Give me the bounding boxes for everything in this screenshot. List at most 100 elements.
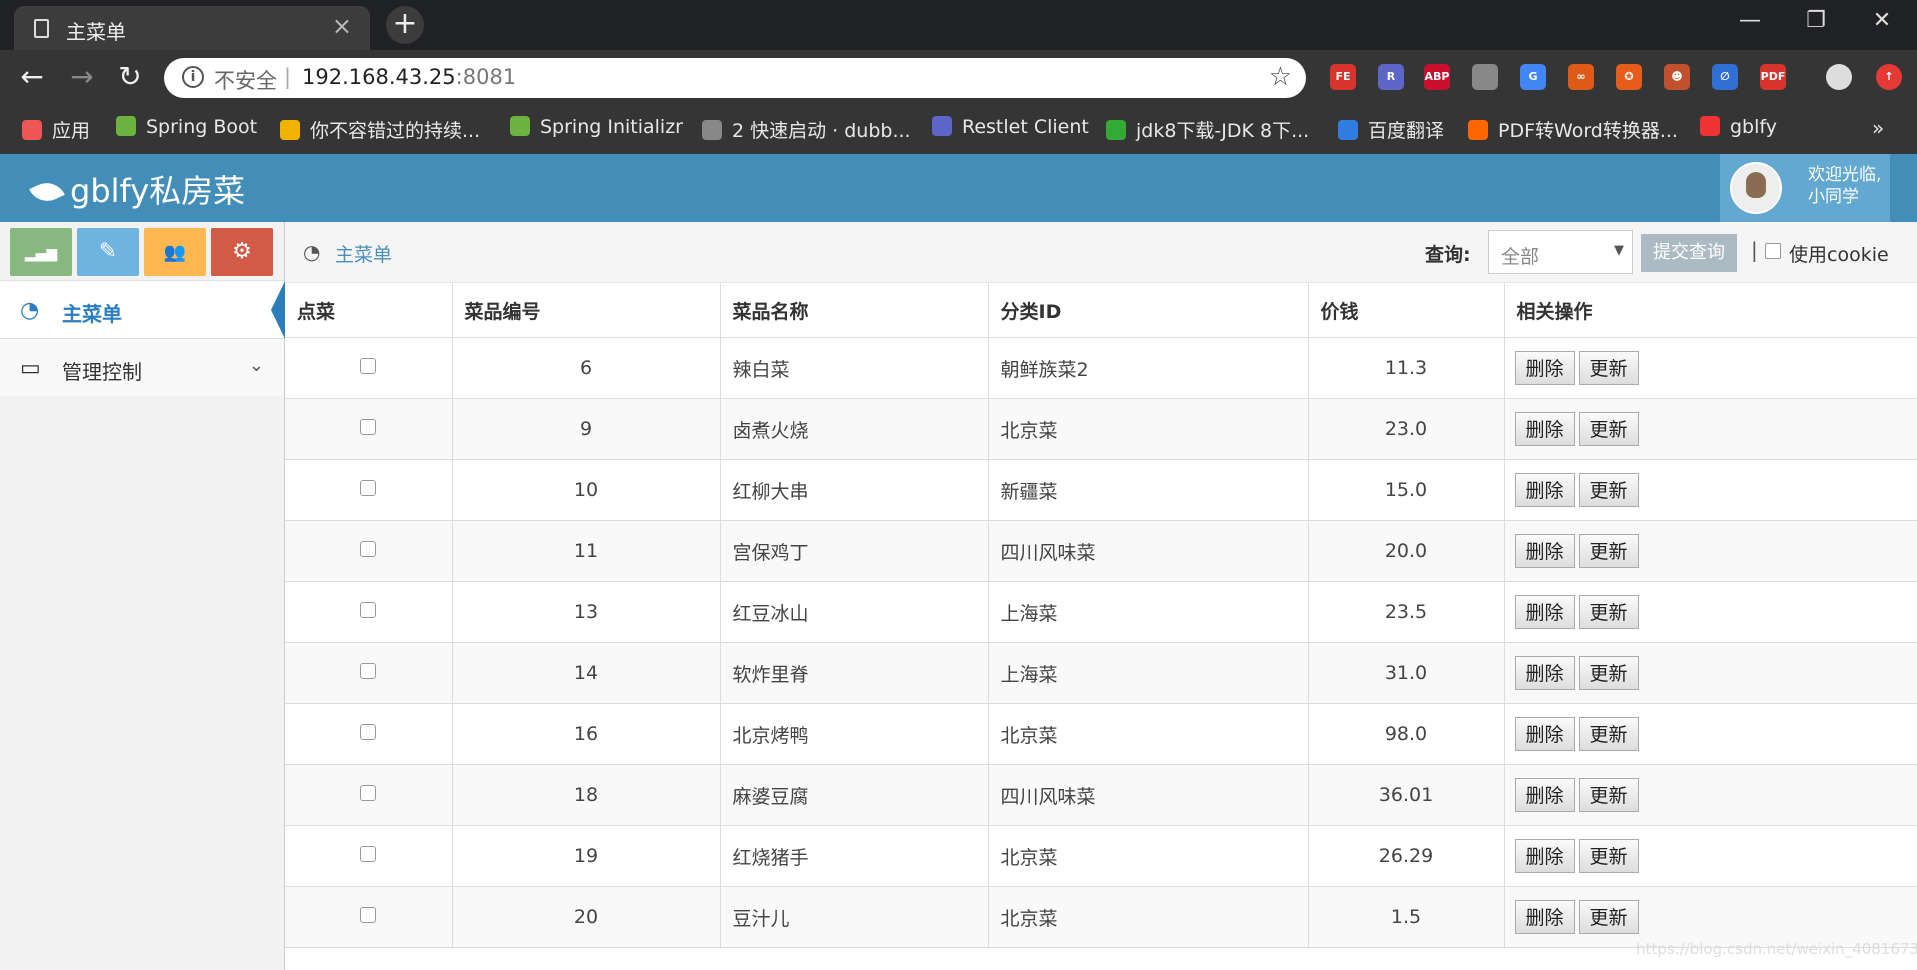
user-menu[interactable]: 欢迎光临, 小同学 [1720,154,1890,222]
new-tab-button[interactable]: + [386,6,424,44]
dashboard-icon: ◔ [303,240,321,264]
update-button[interactable]: 更新 [1578,534,1639,568]
pencil-icon: ✎ [98,239,118,264]
table-row: 6 辣白菜 朝鲜族菜2 11.3 删除 更新 [285,337,1917,399]
extension-icon[interactable]: ∞ [1568,64,1594,90]
bookmark-item[interactable]: 2 快速启动 · dubb... [702,116,911,143]
actions-cell: 删除 更新 [1504,886,1917,948]
bookmark-item[interactable]: 应用 [22,116,90,143]
extension-icon[interactable]: ABP [1424,64,1450,90]
bookmark-item[interactable]: PDF转Word转换器... [1468,116,1678,143]
delete-button[interactable]: 删除 [1514,900,1575,934]
delete-button[interactable]: 删除 [1514,595,1575,629]
tab-close-icon[interactable]: × [332,12,352,40]
order-checkbox[interactable] [360,541,377,557]
sidebar-item-label: 管理控制 [62,360,142,384]
g-arrow-icon [1106,120,1126,140]
delete-button[interactable]: 删除 [1514,534,1575,568]
submit-query-button[interactable]: 提交查询 [1641,234,1737,272]
sidebar-item-management[interactable]: ▭ 管理控制 ⌄ [0,338,284,396]
shortcut-cogs-button[interactable]: ⚙ [211,228,273,276]
close-window-button[interactable]: ✕ [1852,0,1912,44]
restore-button[interactable]: ❐ [1786,0,1846,44]
delete-button[interactable]: 删除 [1514,351,1575,385]
order-checkbox[interactable] [360,602,377,618]
order-checkbox[interactable] [360,419,377,435]
back-arrow-icon[interactable]: ← [14,60,50,96]
delete-button[interactable]: 删除 [1514,412,1575,446]
order-checkbox[interactable] [360,907,377,923]
extension-icon[interactable]: PDF [1760,64,1786,90]
extension-icon[interactable] [1472,64,1498,90]
minimize-button[interactable]: — [1720,0,1780,44]
update-button[interactable]: 更新 [1578,412,1639,446]
update-button[interactable]: 更新 [1578,778,1639,812]
shortcut-signal-button[interactable]: ▂▄▆ [10,228,72,276]
table-row: 11 宫保鸡丁 四川风味菜 20.0 删除 更新 [285,520,1917,582]
info-icon[interactable]: i [182,66,204,88]
reload-icon[interactable]: ↻ [112,60,148,96]
watermark: https://blog.csdn.net/weixin_40816738 [1636,940,1917,958]
order-checkbox[interactable] [360,480,377,496]
forward-arrow-icon[interactable]: → [64,60,100,96]
bookmark-item[interactable]: gblfy [1700,116,1777,138]
url-text[interactable]: 192.168.43.25:8081 [302,65,516,89]
order-checkbox[interactable] [360,358,377,374]
column-header-order: 点菜 [285,283,453,338]
update-button[interactable]: 更新 [1578,595,1639,629]
use-cookie-option[interactable]: 使用cookie [1765,240,1889,267]
delete-button[interactable]: 删除 [1514,839,1575,873]
delete-button[interactable]: 删除 [1514,656,1575,690]
shortcut-users-button[interactable]: 👥 [144,228,206,276]
extension-icon[interactable]: ☻ [1664,64,1690,90]
bookmark-item[interactable]: Spring Initializr [510,116,683,138]
category-select[interactable]: 全部 ▼ [1488,230,1633,274]
extension-icon[interactable]: ✪ [1616,64,1642,90]
bookmark-item[interactable]: 你不容错过的持续... [280,116,480,143]
actions-cell: 删除 更新 [1504,825,1917,887]
sidebar-item-main-menu[interactable]: ◔ 主菜单 [0,280,285,339]
dish-name-cell: 卤煮火烧 [720,398,989,460]
address-separator: | [284,65,292,89]
category-cell: 上海菜 [988,581,1309,643]
brand-logo[interactable]: gblfy私房菜 [29,166,245,212]
extension-icon[interactable]: R [1378,64,1404,90]
table-row: 16 北京烤鸭 北京菜 98.0 删除 更新 [285,703,1917,765]
update-button[interactable]: 更新 [1578,839,1639,873]
extension-icon[interactable]: G [1520,64,1546,90]
update-button[interactable]: 更新 [1578,900,1639,934]
order-checkbox[interactable] [360,785,377,801]
delete-button[interactable]: 删除 [1514,778,1575,812]
breadcrumb-link[interactable]: 主菜单 [335,240,392,267]
order-checkbox[interactable] [360,846,377,862]
price-cell: 15.0 [1308,459,1505,521]
bookmark-item[interactable]: Spring Boot [116,116,257,138]
order-checkbox[interactable] [360,724,377,740]
delete-button[interactable]: 删除 [1514,717,1575,751]
update-button[interactable]: 更新 [1578,656,1639,690]
order-checkbox[interactable] [360,663,377,679]
dish-id-cell: 9 [452,398,721,460]
shortcut-pencil-button[interactable]: ✎ [77,228,139,276]
bookmark-star-icon[interactable]: ☆ [1269,62,1292,92]
bookmark-item[interactable]: jdk8下载-JDK 8下... [1106,116,1309,143]
delete-button[interactable]: 删除 [1514,473,1575,507]
update-button[interactable]: 更新 [1578,473,1639,507]
use-cookie-checkbox[interactable] [1765,243,1781,259]
document-icon [34,19,49,38]
extension-icon[interactable]: FE [1330,64,1356,90]
bookmarks-overflow-icon[interactable]: » [1872,116,1884,140]
extension-icon[interactable]: ∅ [1712,64,1738,90]
order-cell [285,581,453,643]
bookmark-item[interactable]: 百度翻译 [1338,116,1444,143]
bookmark-item[interactable]: Restlet Client [932,116,1089,138]
browser-tab[interactable]: 主菜单 × [14,6,370,50]
update-button[interactable]: 更新 [1578,351,1639,385]
extension-icon[interactable] [1826,64,1852,90]
actions-cell: 删除 更新 [1504,337,1917,399]
address-bar[interactable]: i 不安全 | 192.168.43.25:8081 ☆ [164,58,1306,98]
dish-name-cell: 北京烤鸭 [720,703,989,765]
update-button[interactable]: 更新 [1578,717,1639,751]
extension-icon[interactable]: ↑ [1876,64,1902,90]
dashboard-icon: ◔ [20,298,40,323]
